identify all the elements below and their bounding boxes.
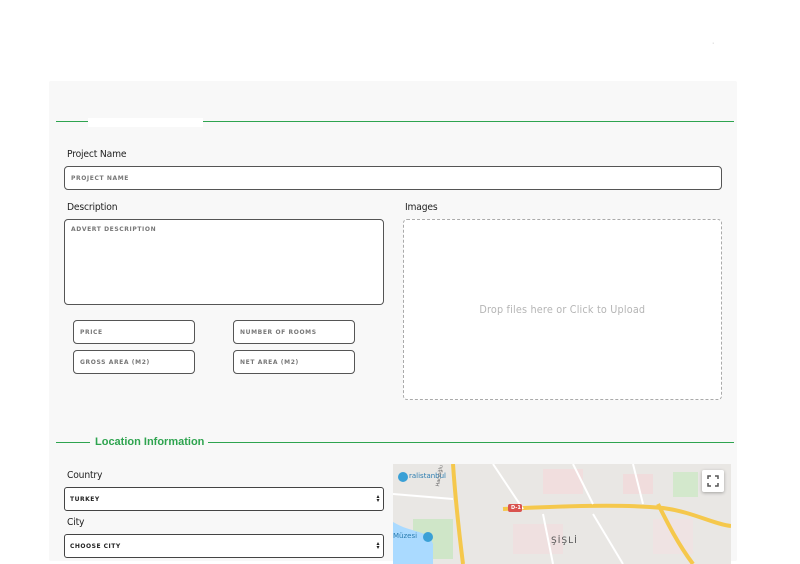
section-divider-location-right <box>208 442 734 443</box>
description-placeholder: ADVERT DESCRIPTION <box>71 226 157 233</box>
net-area-placeholder: NET AREA (M2) <box>240 358 299 366</box>
gross-area-input[interactable]: GROSS AREA (M2) <box>73 350 195 374</box>
rooms-input[interactable]: NUMBER OF ROOMS <box>233 320 355 344</box>
map-fullscreen-button[interactable] <box>702 470 724 492</box>
net-area-input[interactable]: NET AREA (M2) <box>233 350 355 374</box>
section-title-placeholder <box>88 118 203 127</box>
rooms-placeholder: NUMBER OF ROOMS <box>240 328 317 336</box>
country-value: TURKEY <box>70 495 100 503</box>
select-arrows-icon: ▴ ▾ <box>376 540 380 551</box>
fullscreen-icon <box>707 475 719 487</box>
country-label: Country <box>67 470 103 481</box>
gross-area-placeholder: GROSS AREA (M2) <box>80 358 150 366</box>
project-name-placeholder: PROJECT NAME <box>71 174 129 182</box>
location-map[interactable]: ralistanbul Müzesi D-1 ŞİŞLİ Hacıoğlu Öm… <box>393 464 731 564</box>
project-name-label: Project Name <box>67 149 127 160</box>
city-value: CHOOSE CITY <box>70 542 121 550</box>
city-select[interactable]: CHOOSE CITY ▴ ▾ <box>64 534 384 558</box>
select-arrows-icon: ▴ ▾ <box>376 493 380 504</box>
dropzone-text: Drop files here or Click to Upload <box>479 303 646 316</box>
city-label: City <box>67 517 85 528</box>
images-label: Images <box>405 202 438 213</box>
corner-mark: · <box>712 40 715 47</box>
map-label-road: D-1 <box>511 505 521 511</box>
project-name-input[interactable]: PROJECT NAME <box>64 166 722 190</box>
description-textarea[interactable]: ADVERT DESCRIPTION <box>64 219 384 305</box>
map-label-district: ŞİŞLİ <box>551 536 578 546</box>
description-label: Description <box>67 202 118 213</box>
price-input[interactable]: PRICE <box>73 320 195 344</box>
location-section-title: Location Information <box>95 436 205 448</box>
map-label-museum: Müzesi <box>393 532 418 540</box>
country-select[interactable]: TURKEY ▴ ▾ <box>64 487 384 511</box>
image-dropzone[interactable]: Drop files here or Click to Upload <box>403 219 722 400</box>
price-placeholder: PRICE <box>80 328 103 336</box>
section-divider-location-left <box>56 442 90 443</box>
